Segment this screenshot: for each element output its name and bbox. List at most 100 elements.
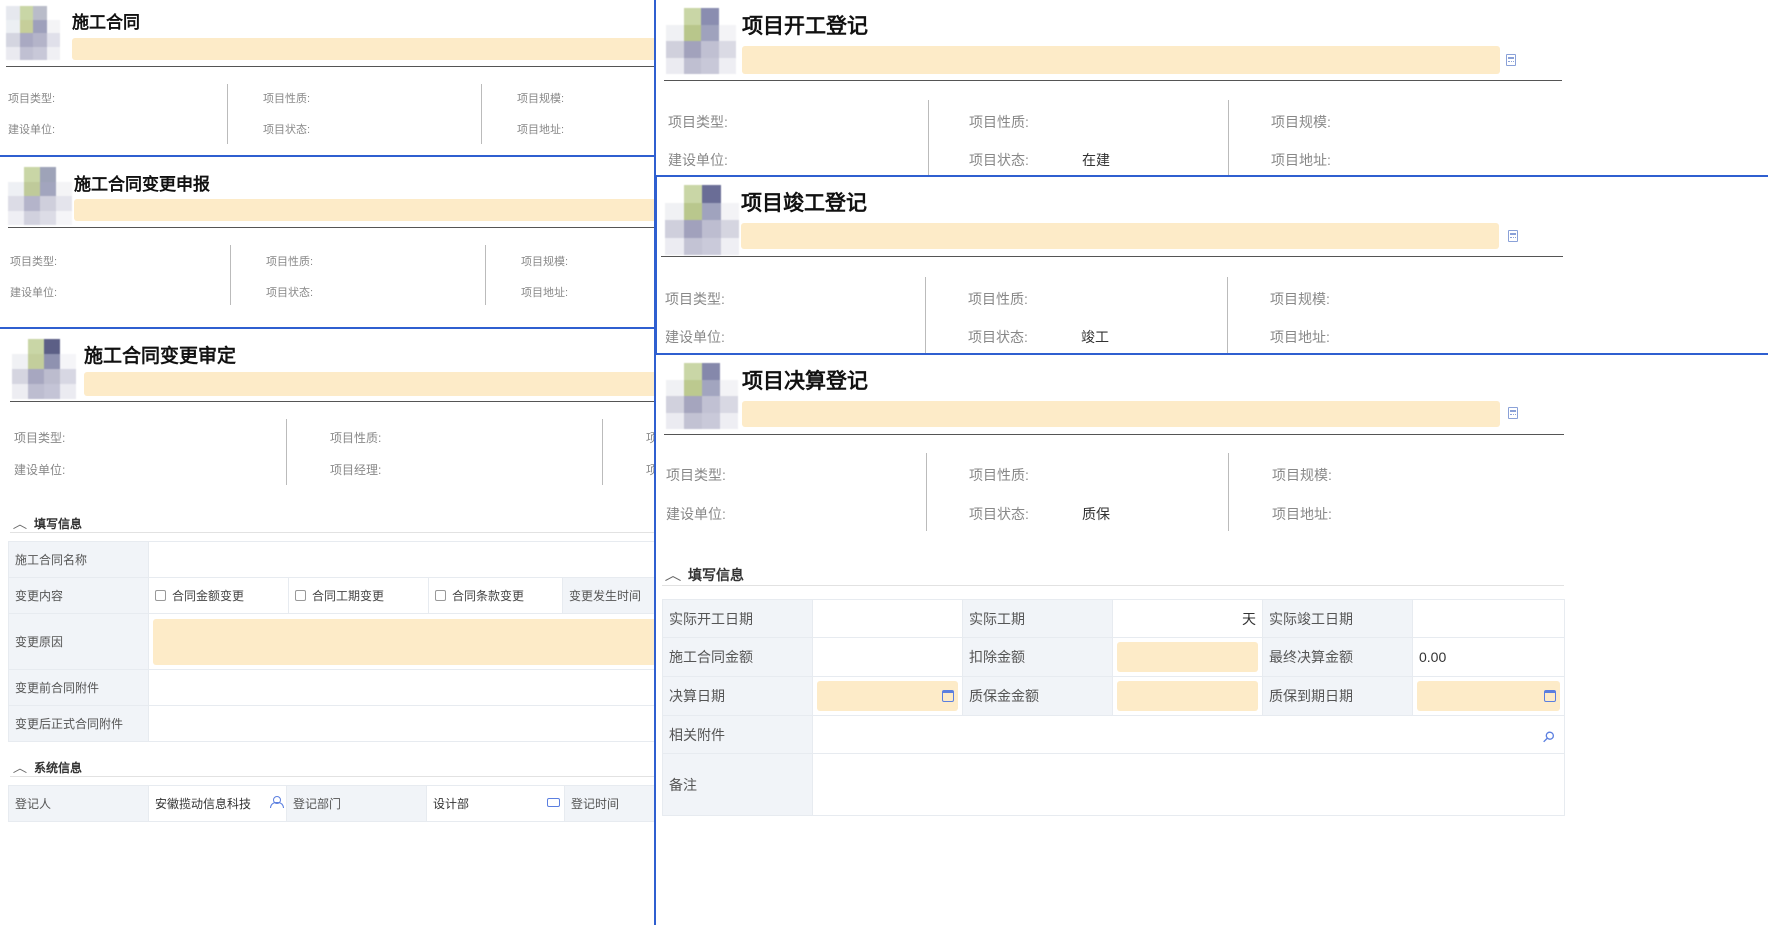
- label-project-address: 项目地址:: [1270, 329, 1330, 345]
- option-period-change[interactable]: 合同工期变更: [288, 577, 429, 614]
- calculator-icon[interactable]: [1506, 54, 1516, 66]
- label-project-address: 项目地址:: [1272, 506, 1332, 522]
- page-title: 施工合同变更申报: [74, 175, 210, 194]
- label-change-time: 变更发生时间: [562, 577, 654, 614]
- label-project-status: 项目状态:: [266, 287, 314, 299]
- panel-start-register: 项目开工登记 项目类型: 项目性质: 项目规模: 建设单位: 项目状态: 在建 …: [658, 0, 1768, 178]
- warranty-amount-cell: [1112, 676, 1263, 716]
- paperclip-icon[interactable]: ⚲: [1538, 727, 1559, 747]
- title-input-bar[interactable]: [741, 223, 1499, 249]
- label-actual-period: 实际工期: [962, 599, 1113, 638]
- section-system-info[interactable]: ︿ 系统信息: [12, 759, 83, 776]
- section-fill-info-label: 填写信息: [688, 567, 744, 583]
- registrar-field[interactable]: 安徽揽动信息科技: [148, 785, 287, 822]
- label-project-address: 项目地址:: [1271, 152, 1331, 168]
- project-status-value: 竣工: [1081, 329, 1109, 345]
- title-input-bar[interactable]: [74, 199, 654, 221]
- panel-change-report: 施工合同变更申报 项目类型: 项目性质: 项目规模: 建设单位: 项目状态: 项…: [0, 155, 656, 330]
- title-input-bar[interactable]: [84, 372, 654, 396]
- label-build-unit: 建设单位:: [666, 506, 726, 522]
- divider: [10, 401, 654, 402]
- panel-settle-register: 项目决算登记 项目类型: 项目性质: 项目规模: 建设单位: 项目状态: 质保 …: [658, 355, 1768, 925]
- section-system-info-label: 系统信息: [34, 761, 83, 775]
- label-project-nature: 项目性质:: [266, 256, 314, 268]
- warranty-due-input[interactable]: [1417, 681, 1560, 711]
- divider: [926, 453, 927, 531]
- change-form-table: 施工合同名称 变更内容 合同金额变更 合同工期变更 合同条款变更 变更发生时间 …: [8, 541, 654, 742]
- label-build-unit: 建设单位:: [14, 463, 66, 477]
- settle-date-cell: [812, 676, 963, 716]
- label-project-type: 项目类型:: [8, 93, 56, 105]
- calendar-icon[interactable]: [1544, 690, 1556, 702]
- label-change-content: 变更内容: [8, 577, 149, 614]
- label-contract-amount: 施工合同金额: [662, 637, 813, 677]
- warranty-due-cell: [1412, 676, 1565, 716]
- avatar: [666, 363, 738, 429]
- label-project-manager: 项目经理:: [330, 463, 382, 477]
- title-input-bar[interactable]: [742, 401, 1500, 427]
- checkbox[interactable]: [155, 590, 166, 601]
- label-project-type: 项目类型:: [666, 467, 726, 483]
- label-project-status: 项目状态:: [263, 124, 311, 136]
- label-deduct-amount: 扣除金额: [962, 637, 1113, 677]
- user-icon[interactable]: [270, 796, 284, 808]
- label-settle-date: 决算日期: [662, 676, 813, 716]
- after-attach-field[interactable]: [148, 705, 654, 742]
- calendar-icon[interactable]: [942, 690, 954, 702]
- panel-contract: 施工合同 项目类型: 项目性质: 项目规模: 建设单位: 项目状态: 项目地址:: [0, 0, 656, 158]
- warranty-amount-input[interactable]: [1117, 681, 1258, 711]
- title-input-bar[interactable]: [72, 38, 654, 60]
- actual-start-field[interactable]: [812, 599, 963, 638]
- actual-complete-field[interactable]: [1412, 599, 1565, 638]
- checkbox[interactable]: [295, 590, 306, 601]
- label-warranty-due: 质保到期日期: [1262, 676, 1413, 716]
- section-fill-info-label: 填写信息: [34, 517, 83, 531]
- attachments-field[interactable]: ⚲: [812, 715, 1565, 754]
- label-project-address: 项目地址:: [646, 461, 654, 478]
- divider: [6, 66, 654, 67]
- calculator-icon[interactable]: [1508, 230, 1518, 242]
- calculator-icon[interactable]: [1508, 407, 1518, 419]
- deduct-amount-input[interactable]: [1117, 642, 1258, 672]
- label-change-reason: 变更原因: [8, 613, 149, 670]
- option-amount-change[interactable]: 合同金额变更: [148, 577, 289, 614]
- avatar: [8, 167, 72, 225]
- label-project-type: 项目类型:: [665, 291, 725, 307]
- label-project-scale: 项目规模:: [1272, 467, 1332, 483]
- section-fill-info[interactable]: ︿ 填写信息: [665, 565, 744, 585]
- page-title: 施工合同: [72, 13, 140, 32]
- settle-date-input[interactable]: [817, 681, 958, 711]
- label-project-type: 项目类型:: [668, 114, 728, 130]
- option-label: 合同条款变更: [452, 589, 525, 603]
- before-attach-field[interactable]: [148, 669, 654, 706]
- divider: [664, 434, 1564, 435]
- remark-field[interactable]: [812, 753, 1565, 816]
- checkbox[interactable]: [435, 590, 446, 601]
- project-status-value: 质保: [1082, 506, 1110, 522]
- contract-amount-field[interactable]: [812, 637, 963, 677]
- dept-field[interactable]: 设计部: [426, 785, 565, 822]
- label-project-scale: 项目规模:: [1271, 114, 1331, 130]
- chevron-up-icon: ︿: [12, 761, 28, 775]
- change-reason-input[interactable]: [153, 618, 654, 665]
- actual-period-field[interactable]: 天: [1112, 599, 1263, 638]
- department-icon[interactable]: [547, 798, 560, 807]
- divider: [10, 776, 654, 777]
- divider: [664, 80, 1562, 81]
- contract-name-field[interactable]: [148, 541, 654, 578]
- chevron-up-icon: ︿: [12, 517, 28, 531]
- label-actual-start: 实际开工日期: [662, 599, 813, 638]
- divider: [1228, 100, 1229, 178]
- title-input-bar[interactable]: [742, 46, 1500, 74]
- dept-value: 设计部: [433, 797, 470, 811]
- label-before-attach: 变更前合同附件: [8, 669, 149, 706]
- registrar-value: 安徽揽动信息科技: [155, 797, 252, 811]
- panel-complete-register: 项目竣工登记 项目类型: 项目性质: 项目规模: 建设单位: 项目状态: 竣工 …: [655, 175, 1768, 355]
- avatar: [666, 8, 736, 74]
- label-attachments: 相关附件: [662, 715, 813, 754]
- label-remark: 备注: [662, 753, 813, 816]
- option-terms-change[interactable]: 合同条款变更: [428, 577, 563, 614]
- label-final-amount: 最终决算金额: [1262, 637, 1413, 677]
- section-fill-info[interactable]: ︿ 填写信息: [12, 515, 83, 532]
- change-reason-cell: [148, 613, 654, 670]
